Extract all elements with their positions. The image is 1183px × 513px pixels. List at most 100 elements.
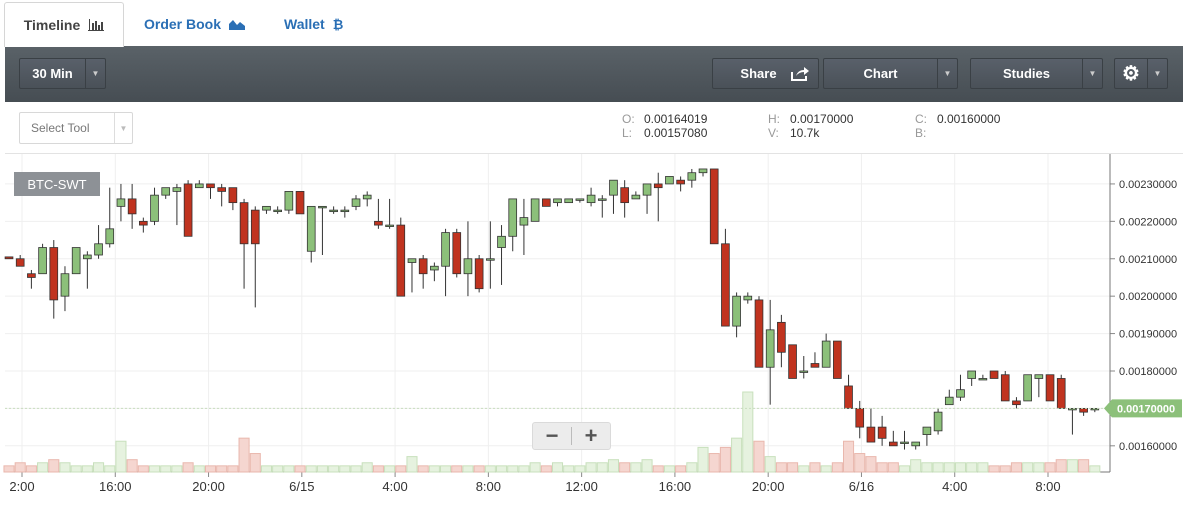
candle-body [49, 247, 59, 301]
candle-body [586, 194, 596, 204]
volume-bar [697, 446, 709, 473]
candle-body [306, 205, 316, 252]
interval-dropdown[interactable]: 30 Min ▼ [19, 58, 106, 89]
settings-dropdown[interactable]: ⚙ ▼ [1114, 58, 1168, 89]
x-tick-label: 2:00 [9, 479, 34, 494]
candle-body [452, 232, 462, 275]
candle-body [765, 329, 775, 368]
volume-bar [731, 437, 743, 473]
candle-body [150, 194, 159, 222]
candle-body [441, 232, 450, 267]
candle-body [922, 426, 932, 435]
volume-bar [339, 465, 351, 473]
share-label: Share [740, 66, 777, 81]
candle-body [497, 235, 506, 248]
share-button[interactable]: Share [712, 58, 819, 89]
candle-body [183, 183, 193, 237]
chevron-down-icon: ▼ [937, 59, 957, 88]
tab-wallet-label: Wallet [284, 16, 325, 32]
candle-body [262, 205, 271, 211]
studies-label: Studies [1003, 66, 1050, 81]
candle-body [777, 321, 786, 353]
candle-body [396, 224, 406, 297]
volume-bar [305, 465, 317, 473]
volume-value: 10.7k [790, 126, 820, 140]
volume-bar [25, 465, 37, 473]
candle-body [1079, 407, 1088, 413]
volume-bar [294, 465, 306, 473]
volume-bar [540, 465, 552, 473]
tab-timeline[interactable]: Timeline [4, 2, 124, 47]
candle-body [217, 187, 227, 192]
candle-body [978, 378, 988, 381]
volume-bar [70, 465, 82, 473]
chevron-down-icon: ▼ [1082, 59, 1102, 88]
volume-bar [932, 462, 944, 473]
volume-bar [518, 465, 530, 473]
volume-bar [316, 465, 328, 473]
volume-bar [809, 462, 821, 473]
y-tick-label: 0.00190000 [1119, 329, 1177, 341]
x-tick-label: 20:00 [752, 479, 785, 494]
candlestick-chart[interactable]: 0.00160000 0.00170000 0.00180000 0.00190000… [0, 154, 1183, 508]
volume-bar [81, 465, 93, 473]
x-tick-label: 16:00 [99, 479, 132, 494]
bar-chart-icon [88, 19, 105, 31]
volume-bar [104, 465, 116, 473]
volume-bar [641, 459, 653, 473]
open-key: O: [622, 112, 635, 126]
candle-body [362, 194, 372, 200]
candle-body [94, 243, 103, 256]
candle-body [250, 209, 260, 245]
candle-body [418, 258, 428, 275]
candle-body [900, 441, 909, 444]
price-chart[interactable]: 0.00160000 0.00170000 0.00180000 0.00190000… [0, 154, 1183, 508]
volume-bar [999, 465, 1011, 473]
candle-body [105, 228, 115, 245]
tab-order-book[interactable]: Order Book [144, 2, 246, 46]
candle-body [676, 179, 685, 185]
ohlc-close-bid: C: 0.00160000 B: [915, 112, 1000, 140]
volume-bar [227, 465, 239, 473]
candle-body [575, 198, 585, 201]
chart-toolbar: 30 Min ▼ Share Chart ▼ Studies ▼ ⚙ ▼ [5, 46, 1183, 102]
candle-body [754, 299, 764, 368]
tab-wallet[interactable]: Wallet ₿ [284, 2, 343, 46]
volume-bar [361, 462, 373, 473]
zoom-out-button[interactable]: − [533, 424, 571, 448]
candle-body [866, 426, 876, 443]
candle-body [698, 168, 708, 174]
zoom-in-button[interactable]: + [572, 424, 610, 448]
candle-body [374, 220, 383, 226]
candle-body [709, 168, 719, 245]
y-tick-label: 0.00180000 [1119, 366, 1177, 378]
volume-bar [775, 462, 787, 473]
volume-bar [283, 465, 295, 473]
candle-body [60, 273, 70, 297]
volume-bar [182, 462, 194, 473]
volume-bar [406, 456, 418, 473]
chevron-down-icon: ▼ [1147, 59, 1167, 88]
volume-bar [753, 440, 765, 473]
select-tool-dropdown[interactable]: Select Tool ▼ [19, 112, 133, 144]
volume-bar [417, 465, 429, 473]
candle-body [340, 209, 350, 213]
candle-body [956, 389, 965, 398]
volume-bar [910, 459, 922, 473]
symbol-label: BTC-SWT [14, 172, 100, 196]
candle-body [597, 198, 607, 201]
studies-dropdown[interactable]: Studies ▼ [970, 58, 1103, 89]
candle-body [385, 224, 394, 227]
volume-bar [495, 465, 508, 473]
volume-bar [843, 440, 855, 473]
candle-body [15, 258, 25, 267]
candle-body [1056, 378, 1066, 409]
ohlc-open-low: O: 0.00164019 L: 0.00157080 [622, 112, 707, 140]
chart-type-dropdown[interactable]: Chart ▼ [823, 58, 958, 89]
volume-bar [462, 465, 474, 473]
volume-bar [652, 465, 664, 473]
candle-body [833, 340, 842, 379]
close-key: C: [915, 112, 927, 126]
volume-bar [473, 465, 485, 473]
candle-body [944, 396, 954, 406]
